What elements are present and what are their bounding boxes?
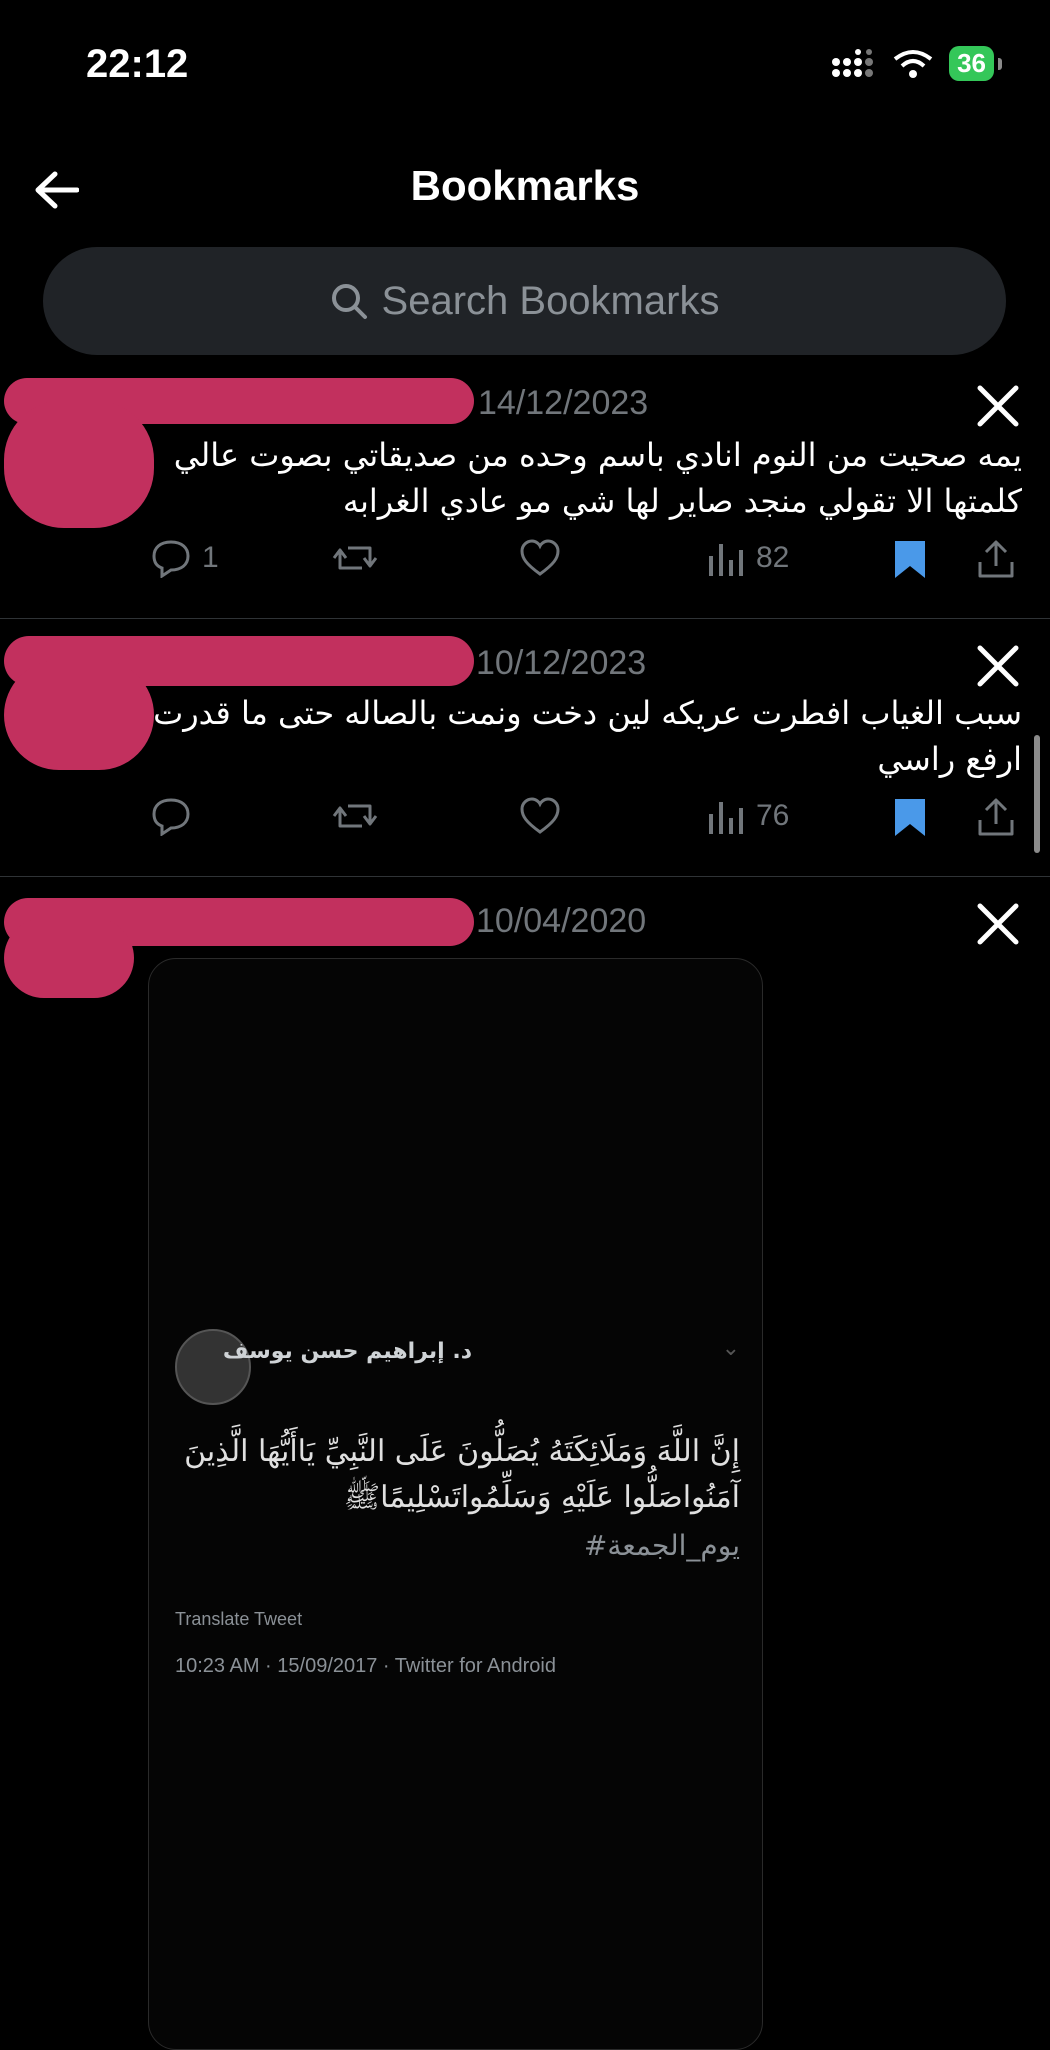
bookmark-button[interactable] bbox=[892, 796, 928, 838]
views-chart-icon bbox=[709, 544, 743, 576]
search-input[interactable]: Search Bookmarks bbox=[43, 247, 1006, 355]
wifi-icon bbox=[893, 49, 933, 78]
status-icons: 36 bbox=[831, 46, 1002, 81]
header: Bookmarks bbox=[0, 140, 1050, 236]
x-logo-icon bbox=[977, 903, 1019, 945]
views-count: 82 bbox=[756, 541, 790, 574]
page-title: Bookmarks bbox=[410, 162, 640, 209]
embedded-translate-link: Translate Tweet bbox=[175, 1609, 303, 1629]
search-icon bbox=[331, 284, 367, 319]
retweet-icon bbox=[332, 546, 378, 570]
share-button[interactable] bbox=[976, 538, 1016, 580]
tweet-text: يمه صحيت من النوم انادي باسم وحده من صدي… bbox=[122, 432, 1022, 524]
retweet-button[interactable] bbox=[332, 538, 378, 578]
views-count: 76 bbox=[756, 799, 790, 832]
tweet-item[interactable]: 10/12/2023 سبب الغياب افطرت عريكه لين دخ… bbox=[0, 620, 1050, 877]
tweet-text-line: يمه صحيت من النوم انادي باسم وحده من صدي… bbox=[173, 436, 1022, 474]
reply-icon bbox=[152, 540, 190, 578]
embedded-timestamp: 10:23 AM · 15/09/2017 · Twitter for Andr… bbox=[175, 1655, 556, 1677]
embedded-verse: إِنَّ اللَّهَ وَمَلَائِكَتَهُ يُصَلُّونَ… bbox=[180, 1429, 740, 1521]
scrollbar[interactable] bbox=[1034, 735, 1040, 853]
like-button[interactable] bbox=[518, 538, 562, 578]
tweet-text-line: ارفع راسي bbox=[877, 740, 1022, 778]
bookmark-filled-icon bbox=[895, 541, 925, 578]
tweet-text-line: كلمتها الا تقولي منجد صاير لها شي مو عاد… bbox=[342, 482, 1022, 520]
reply-count: 1 bbox=[202, 541, 219, 574]
embedded-author-name: د. إبراهيم حسن يوسف bbox=[222, 1339, 472, 1364]
battery-indicator: 36 bbox=[949, 46, 1002, 81]
tweet-actions: 1 82 bbox=[0, 538, 1050, 594]
status-bar: 22:12 36 bbox=[0, 0, 1050, 130]
embedded-verse-line: آمَنُواصَلُّوا عَلَيْهِ وَسَلِّمُواتَسْل… bbox=[343, 1480, 740, 1515]
chevron-down-icon: ⌄ bbox=[721, 1335, 740, 1360]
views-button[interactable]: 76 bbox=[706, 796, 789, 836]
share-button[interactable] bbox=[976, 796, 1016, 838]
reply-icon bbox=[152, 798, 190, 836]
tweet-actions: 76 bbox=[0, 796, 1050, 852]
embedded-hashtag: #يوم_الجمعة bbox=[583, 1529, 740, 1562]
tweet-item[interactable]: 14/12/2023 يمه صحيت من النوم انادي باسم … bbox=[0, 370, 1050, 619]
tweet-text: سبب الغياب افطرت عريكه لين دخت ونمت بالص… bbox=[122, 690, 1022, 782]
bookmark-filled-icon bbox=[895, 799, 925, 836]
x-logo-icon bbox=[977, 645, 1019, 687]
bookmark-button[interactable] bbox=[892, 538, 928, 580]
heart-icon bbox=[520, 797, 560, 834]
views-button[interactable]: 82 bbox=[706, 538, 789, 578]
heart-icon bbox=[520, 539, 560, 576]
clock: 22:12 bbox=[86, 42, 189, 86]
like-button[interactable] bbox=[518, 796, 562, 836]
tweet-media-image[interactable]: د. إبراهيم حسن يوسف ⌄ إِنَّ اللَّهَ وَمَ… bbox=[148, 958, 763, 2050]
cellular-signal-icon bbox=[832, 48, 874, 77]
redacted-avatar bbox=[4, 918, 134, 998]
share-icon bbox=[978, 540, 1014, 578]
reply-button[interactable]: 1 bbox=[150, 538, 219, 578]
tweet-date: 10/04/2020 bbox=[476, 902, 647, 940]
retweet-icon bbox=[332, 804, 378, 828]
views-chart-icon bbox=[709, 802, 743, 834]
search-placeholder: Search Bookmarks bbox=[381, 278, 720, 323]
retweet-button[interactable] bbox=[332, 796, 378, 836]
tweet-date: 14/12/2023 bbox=[478, 384, 649, 422]
embedded-verse-line: إِنَّ اللَّهَ وَمَلَائِكَتَهُ يُصَلُّونَ… bbox=[184, 1434, 740, 1469]
x-logo-icon bbox=[977, 385, 1019, 427]
reply-button[interactable] bbox=[150, 796, 192, 836]
share-icon bbox=[978, 798, 1014, 836]
tweet-date: 10/12/2023 bbox=[476, 644, 647, 682]
tweet-text-line: سبب الغياب افطرت عريكه لين دخت ونمت بالص… bbox=[153, 694, 1022, 732]
